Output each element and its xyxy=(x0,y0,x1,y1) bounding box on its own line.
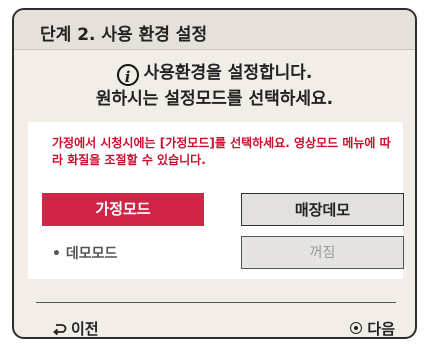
store-demo-button[interactable]: 매장데모 xyxy=(241,193,404,226)
intro-line-1-text: 사용환경을 설정합니다. xyxy=(143,63,313,83)
next-button[interactable]: 다음 xyxy=(350,318,395,338)
back-label: 이전 xyxy=(71,320,99,338)
options-panel: 가정에서 시청시에는 [가정모드]를 선택하세요. 영상모드 메뉴에 따라 화질… xyxy=(28,122,404,279)
notice-text: 가정에서 시청시에는 [가정모드]를 선택하세요. 영상모드 메뉴에 따라 화질… xyxy=(52,136,391,167)
dialog-header: 단계 2. 사용 환경 설정 xyxy=(14,10,415,50)
ok-button-icon xyxy=(350,322,363,334)
next-label: 다음 xyxy=(367,320,395,338)
back-button[interactable]: 이전 xyxy=(52,318,99,338)
intro-line-2: 원하시는 설정모드를 선택하세요. xyxy=(95,89,334,109)
dialog-title: 단계 2. 사용 환경 설정 xyxy=(40,25,208,45)
intro-text: i 사용환경을 설정합니다. 원하시는 설정모드를 선택하세요. xyxy=(14,60,415,112)
demo-mode-off-button[interactable]: 꺼짐 xyxy=(241,236,404,269)
setup-dialog: 단계 2. 사용 환경 설정 i 사용환경을 설정합니다. 원하시는 설정모드를 … xyxy=(12,8,417,339)
return-icon xyxy=(52,322,67,337)
footer-divider xyxy=(36,302,396,303)
intro-line-1: i 사용환경을 설정합니다. xyxy=(14,60,415,86)
demo-mode-label: • 데모모드 xyxy=(52,246,118,262)
home-mode-button[interactable]: 가정모드 xyxy=(42,193,204,226)
info-icon: i xyxy=(116,64,139,86)
